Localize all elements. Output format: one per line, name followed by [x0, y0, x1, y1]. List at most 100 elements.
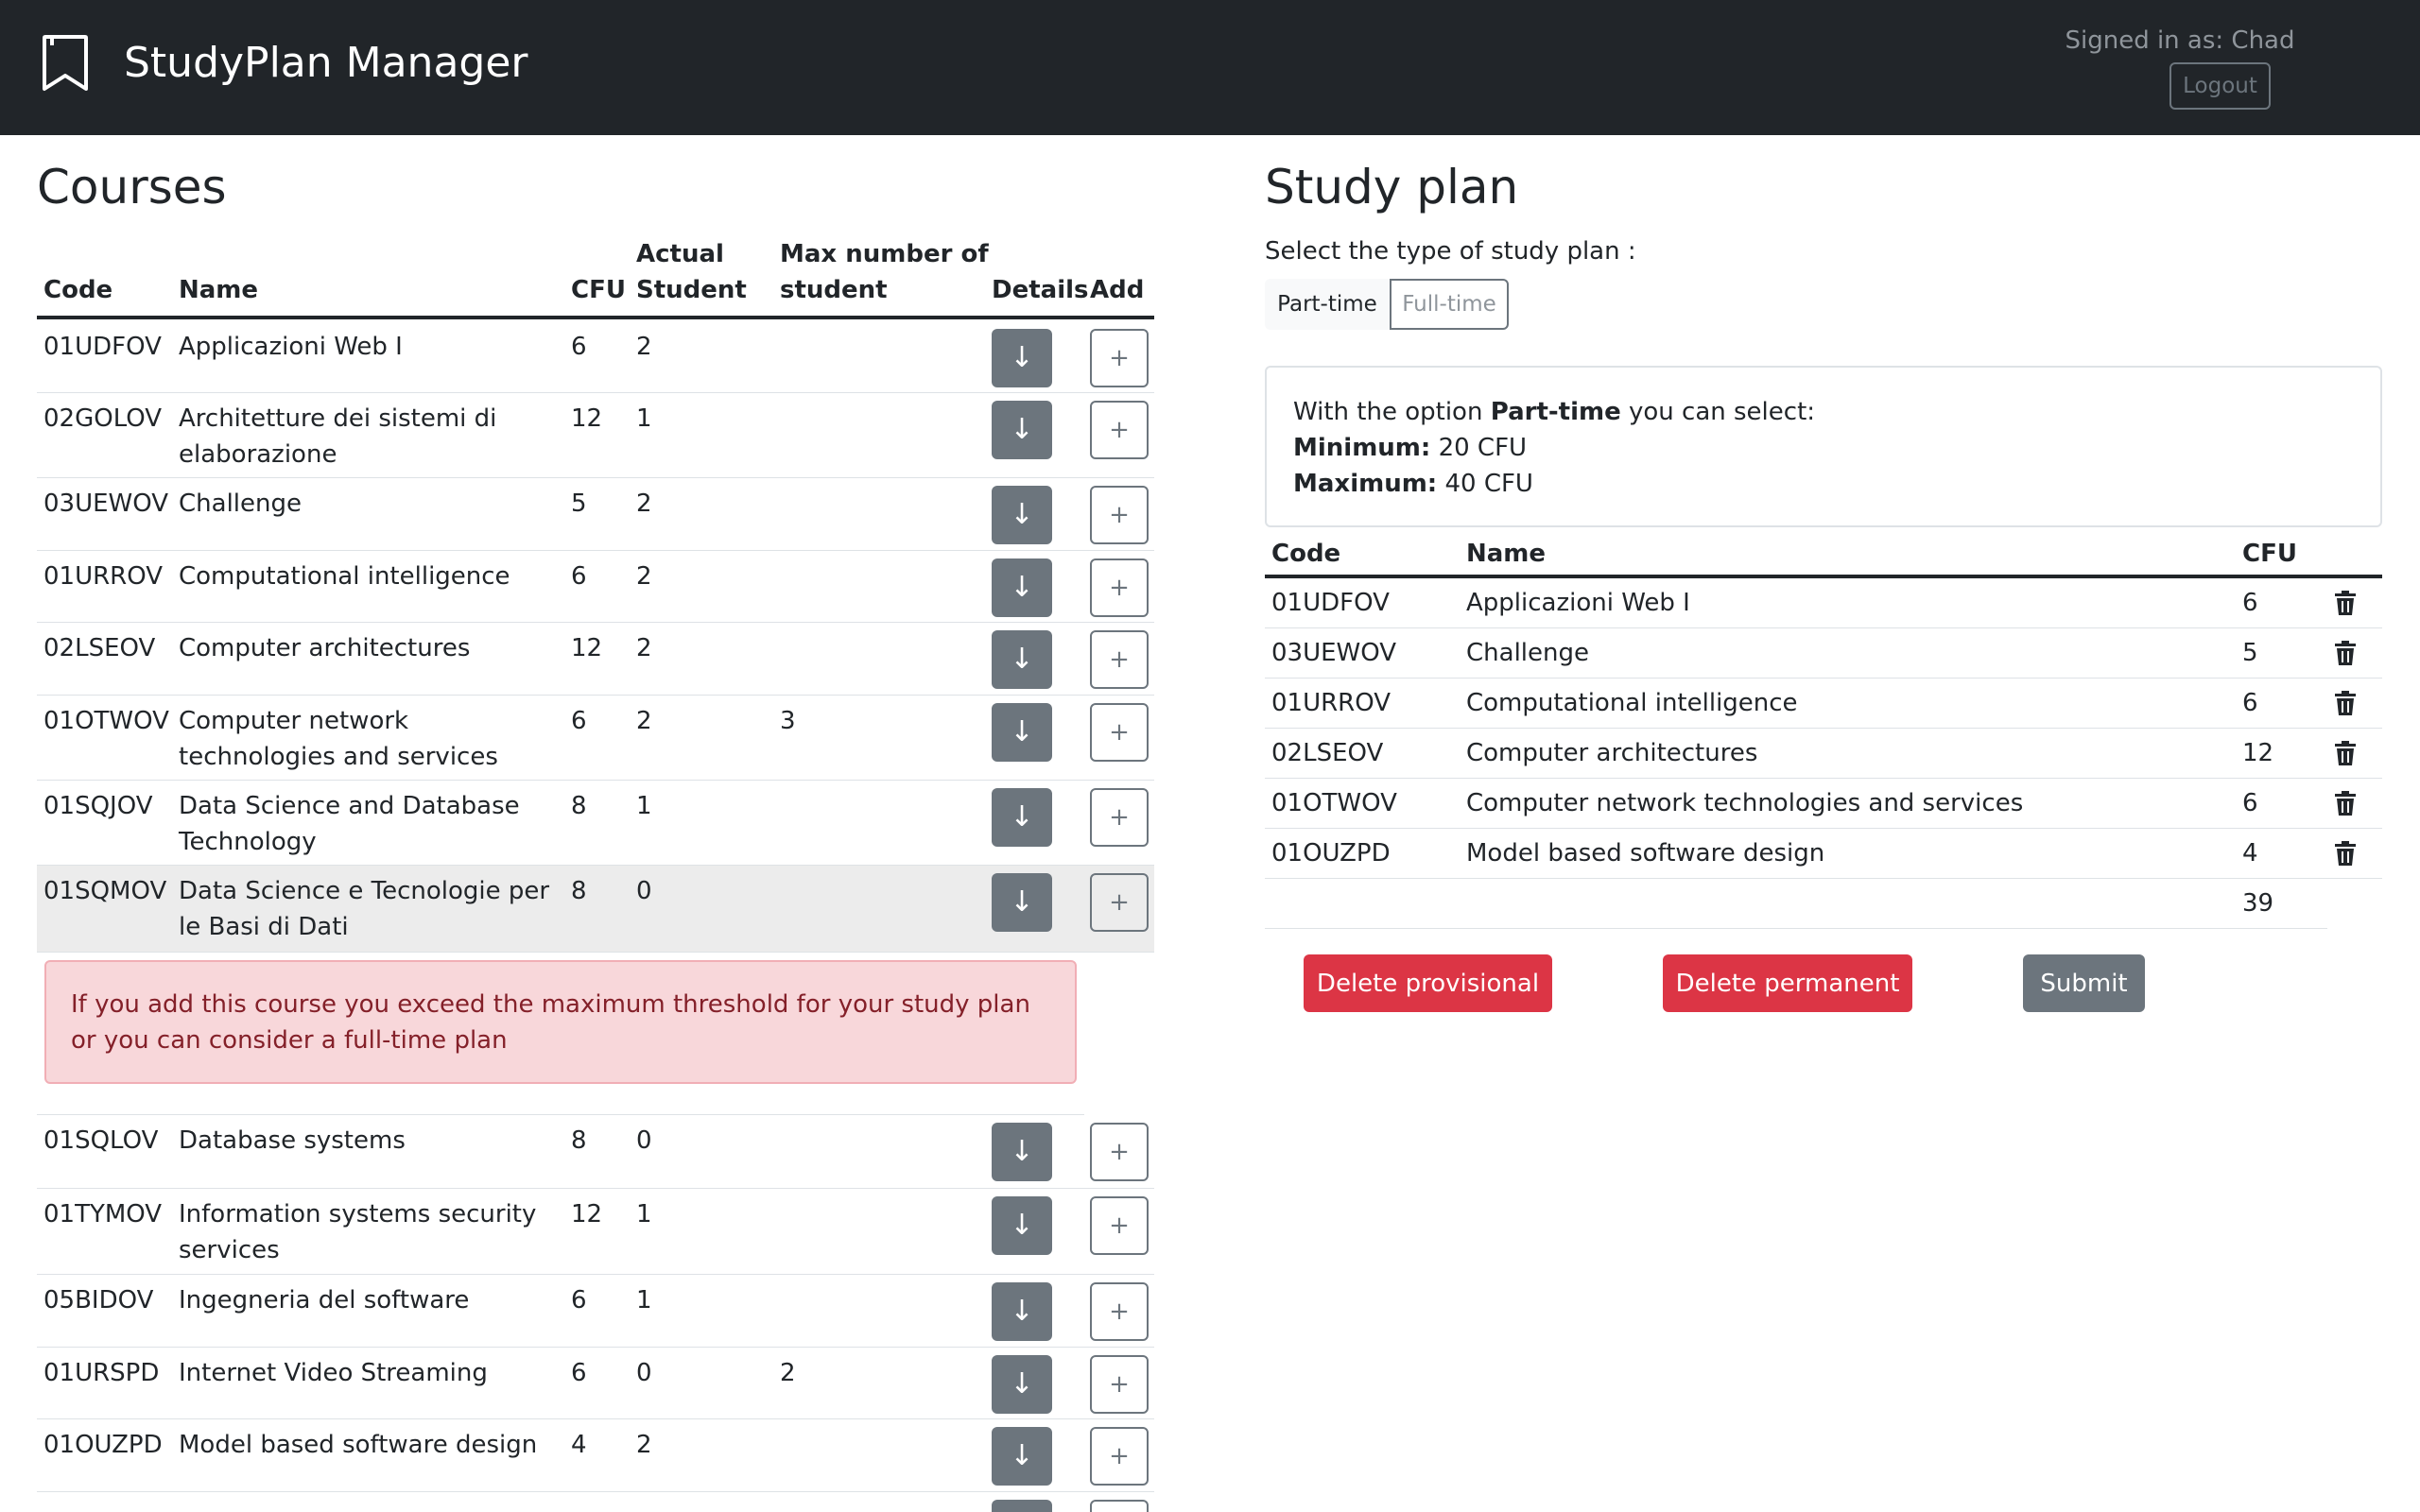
plus-icon: + — [1109, 344, 1130, 372]
details-button[interactable]: ↓ — [992, 329, 1052, 387]
max-line: Maximum: 40 CFU — [1293, 466, 2354, 502]
course-code: 01URROV — [43, 562, 164, 591]
bookmark-icon — [43, 35, 88, 91]
plan-row: 03UEWOV Challenge 5 — [1265, 628, 2382, 679]
add-course-button[interactable]: + — [1090, 1196, 1149, 1255]
arrow-down-icon: ↓ — [1010, 1295, 1034, 1328]
course-actual-students: 2 — [636, 634, 652, 662]
details-button[interactable]: ↓ — [992, 486, 1052, 544]
plan-course-cfu: 12 — [2242, 739, 2274, 767]
course-cfu: 5 — [571, 490, 587, 518]
course-name: Computational intelligence — [179, 562, 510, 591]
study-plan-title: Study plan — [1265, 160, 1519, 215]
course-name: Internet Video Streaming — [179, 1359, 488, 1387]
course-cfu: 8 — [571, 877, 587, 905]
add-course-button[interactable]: + — [1090, 1282, 1149, 1341]
trash-icon[interactable] — [2335, 691, 2356, 715]
trash-icon[interactable] — [2335, 641, 2356, 665]
course-row: 01UDFOV Applicazioni Web I 6 2 ↓ + — [37, 321, 1154, 393]
app-title[interactable]: StudyPlan Manager — [124, 34, 528, 93]
header-actual-line1: Actual — [636, 240, 724, 268]
details-button[interactable]: ↓ — [992, 1196, 1052, 1255]
trash-icon[interactable] — [2335, 591, 2356, 615]
course-row: 01SQLOV Database systems 8 0 ↓ + — [37, 1115, 1154, 1189]
trash-icon[interactable] — [2335, 841, 2356, 866]
full-time-toggle[interactable]: Full-time — [1390, 279, 1509, 330]
course-row: 01OTWOV Computer network technologies an… — [37, 696, 1154, 781]
add-course-button[interactable]: + — [1090, 1427, 1149, 1486]
course-code: 01SQLOV — [43, 1126, 159, 1155]
course-row: 01URROV Computational intelligence 6 2 ↓… — [37, 551, 1154, 623]
course-cfu: 12 — [571, 1200, 603, 1228]
add-course-button[interactable]: + — [1090, 703, 1149, 762]
details-button[interactable]: ↓ — [992, 401, 1052, 459]
part-time-toggle[interactable]: Part-time — [1265, 279, 1390, 330]
arrow-down-icon: ↓ — [1010, 341, 1034, 374]
course-row: 02GOLOV Architetture dei sistemi di elab… — [37, 393, 1154, 478]
trash-icon[interactable] — [2335, 791, 2356, 816]
course-code: 01TYMOV — [43, 1200, 163, 1228]
plan-course-name: Challenge — [1466, 639, 1589, 667]
course-max-students: 3 — [780, 707, 796, 735]
plan-course-code: 01OTWOV — [1271, 789, 1397, 817]
add-course-button[interactable]: + — [1090, 788, 1149, 847]
logout-button[interactable]: Logout — [2169, 62, 2271, 110]
details-button[interactable]: ↓ — [992, 630, 1052, 689]
details-button[interactable]: ↓ — [992, 1123, 1052, 1181]
course-name: Ingegneria del software — [179, 1286, 470, 1314]
plan-header-code: Code — [1271, 540, 1341, 568]
plan-course-name: Applicazioni Web I — [1466, 589, 1690, 617]
course-cfu: 6 — [571, 1359, 587, 1387]
course-actual-students: 0 — [636, 1359, 652, 1387]
course-row: 02LSEOV Computer architectures 12 2 ↓ + — [37, 623, 1154, 696]
course-code: 03UEWOV — [43, 490, 169, 518]
arrow-down-icon: ↓ — [1010, 1439, 1034, 1472]
add-course-button[interactable]: + — [1090, 873, 1149, 932]
details-button[interactable]: ↓ — [992, 1355, 1052, 1414]
plus-icon: + — [1109, 501, 1130, 529]
plus-icon: + — [1109, 1211, 1130, 1240]
course-code: 05BIDOV — [43, 1286, 154, 1314]
details-button[interactable]: ↓ — [992, 1282, 1052, 1341]
trash-icon[interactable] — [2335, 741, 2356, 765]
plus-icon: + — [1109, 1370, 1130, 1399]
add-course-button[interactable]: + — [1090, 1123, 1149, 1181]
course-name: Architetture dei sistemi di elaborazione — [179, 404, 497, 469]
delete-permanent-button[interactable]: Delete permanent — [1663, 954, 1912, 1012]
max-value: 40 CFU — [1444, 470, 1533, 498]
plus-icon: + — [1109, 1442, 1130, 1470]
details-button[interactable]: ↓ — [992, 788, 1052, 847]
arrow-down-icon: ↓ — [1010, 1367, 1034, 1400]
courses-table-header: Code Name CFU Actual Student Max number … — [37, 238, 1154, 319]
details-button[interactable]: ↓ — [992, 873, 1052, 932]
info-prefix: With the option — [1293, 398, 1483, 426]
details-button[interactable]: ↓ — [992, 1427, 1052, 1486]
course-name: Computer network technologies and servic… — [179, 707, 498, 771]
details-button[interactable]: ↓ — [992, 558, 1052, 617]
course-actual-students: 0 — [636, 1126, 652, 1155]
course-name: Model based software design — [179, 1431, 538, 1459]
course-name: Computer architectures — [179, 634, 471, 662]
min-value: 20 CFU — [1438, 434, 1528, 462]
add-course-button[interactable]: + — [1090, 329, 1149, 387]
plan-course-name: Computational intelligence — [1466, 689, 1798, 717]
course-name: Challenge — [179, 490, 302, 518]
add-course-button[interactable]: + — [1090, 1355, 1149, 1414]
min-label: Minimum: — [1293, 434, 1431, 462]
add-course-button[interactable]: + — [1090, 486, 1149, 544]
course-actual-students: 2 — [636, 490, 652, 518]
submit-button[interactable]: Submit — [2023, 954, 2145, 1012]
threshold-alert: If you add this course you exceed the ma… — [44, 960, 1077, 1084]
info-option: Part-time — [1490, 398, 1621, 426]
details-button[interactable]: ↓ — [992, 1500, 1052, 1512]
add-course-button[interactable]: + — [1090, 558, 1149, 617]
course-actual-students: 0 — [636, 877, 652, 905]
add-course-button[interactable]: + — [1090, 630, 1149, 689]
delete-provisional-button[interactable]: Delete provisional — [1304, 954, 1552, 1012]
navbar: StudyPlan Manager Signed in as: Chad Log… — [0, 0, 2420, 135]
add-course-button[interactable]: + — [1090, 401, 1149, 459]
details-button[interactable]: ↓ — [992, 703, 1052, 762]
plan-course-cfu: 6 — [2242, 789, 2258, 817]
add-course-button[interactable]: + — [1090, 1500, 1149, 1512]
header-max-line2: student — [780, 276, 888, 304]
